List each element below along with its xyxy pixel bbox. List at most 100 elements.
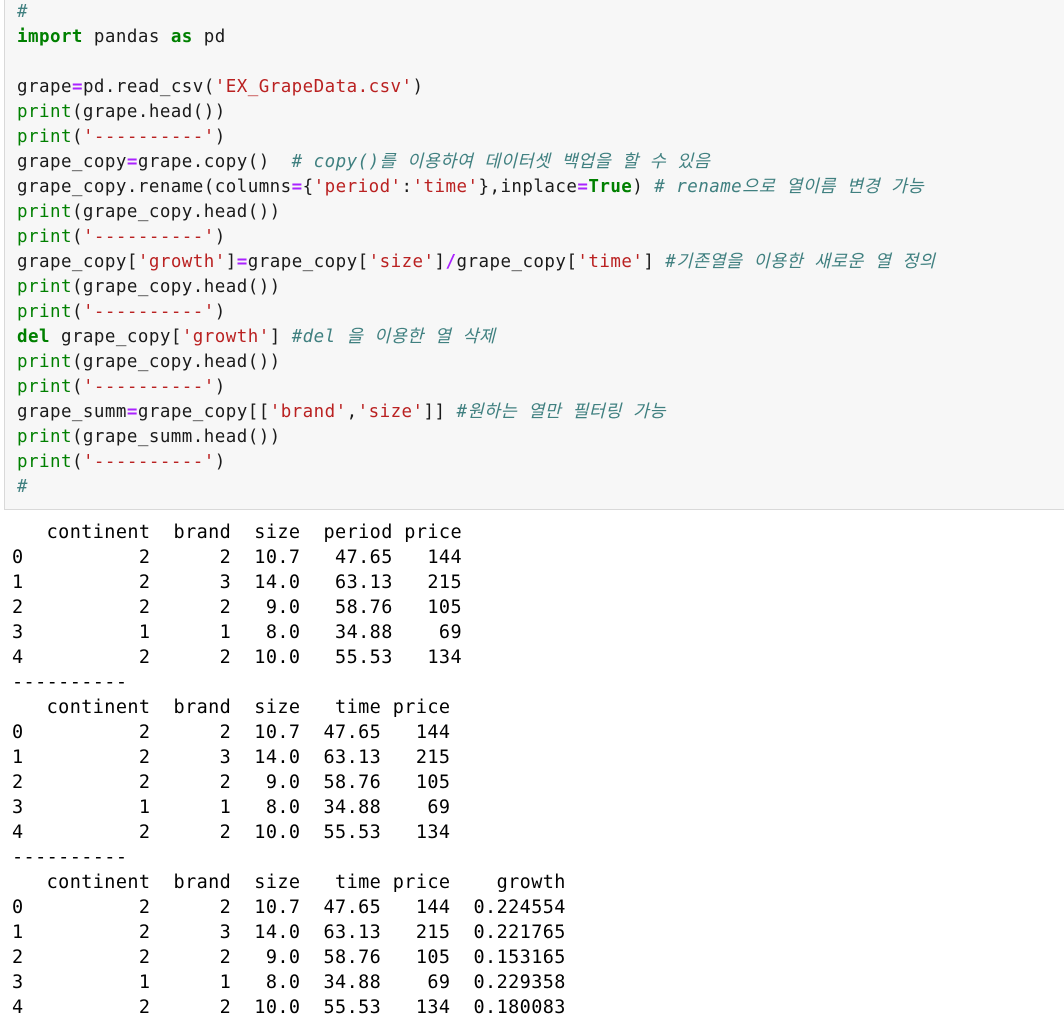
code-token: ) [412, 77, 424, 97]
output-line: 2 2 2 9.0 58.76 105 0.153165 [12, 947, 566, 968]
code-line: grape=pd.read_csv('EX_GrapeData.csv') [17, 75, 935, 100]
code-token: '----------' [82, 377, 215, 397]
code-token: ( [71, 452, 83, 472]
output-line: 4 2 2 10.0 55.53 134 [12, 822, 451, 843]
code-token: '----------' [82, 302, 215, 322]
code-token: #기존열을 이용한 새로운 열 정의 [665, 252, 936, 272]
code-token: ) [214, 127, 226, 147]
code-token: del [17, 327, 50, 347]
code-line: print('----------') [17, 125, 935, 150]
code-token: print [17, 202, 72, 222]
output-line: ---------- [12, 672, 128, 693]
code-token: # [17, 477, 28, 497]
code-token: { [302, 177, 314, 197]
code-cell-input[interactable]: # import pandas as pd grape=pd.read_csv('… [4, 0, 1064, 510]
code-token: '----------' [82, 227, 215, 247]
code-line: grape_copy=grape.copy() # copy()를 이용하여 데… [17, 150, 935, 175]
code-line: print(grape_summ.head()) [17, 425, 935, 450]
output-line: continent brand size time price growth [12, 872, 566, 893]
code-token: '----------' [82, 127, 215, 147]
code-token: ) [632, 177, 655, 197]
code-token: ] [269, 327, 292, 347]
output-line: 0 2 2 10.7 47.65 144 0.224554 [12, 897, 566, 918]
code-line: print('----------') [17, 450, 935, 475]
code-token: (grape_summ.head()) [71, 427, 281, 447]
code-token: ( [71, 127, 83, 147]
code-line: del grape_copy['growth'] #del 을 이용한 열 삭제 [17, 325, 935, 350]
code-token: ) [214, 302, 226, 322]
code-token: ] [434, 252, 446, 272]
code-line: grape_summ=grape_copy[['brand','size']] … [17, 400, 935, 425]
code-token: grape_copy[ [17, 252, 138, 272]
code-token: },inplace [478, 177, 578, 197]
code-token: print [17, 352, 72, 372]
code-token: 'size' [368, 252, 435, 272]
code-token: #del 을 이용한 열 삭제 [291, 327, 496, 347]
code-token: grape_summ [17, 402, 127, 422]
code-token: 'growth' [137, 252, 226, 272]
code-token: = [126, 402, 138, 422]
output-line: 4 2 2 10.0 55.53 134 0.180083 [12, 997, 566, 1018]
code-token: / [445, 252, 457, 272]
code-editor[interactable]: # import pandas as pd grape=pd.read_csv('… [17, 0, 935, 500]
output-line: continent brand size period price [12, 522, 462, 543]
code-token: 'time' [577, 252, 644, 272]
code-token: , [346, 402, 358, 422]
output-line: 1 2 3 14.0 63.13 215 0.221765 [12, 922, 566, 943]
code-token: grape_copy [17, 152, 127, 172]
code-token: as [170, 27, 193, 47]
code-token: pd.read_csv( [82, 77, 215, 97]
code-line: print('----------') [17, 375, 935, 400]
output-line: 0 2 2 10.7 47.65 144 [12, 547, 462, 568]
code-token: ( [71, 302, 83, 322]
code-line: # [17, 0, 935, 25]
code-token: grape_copy.rename(columns [17, 177, 292, 197]
code-token: import [17, 27, 83, 47]
code-token: print [17, 277, 72, 297]
output-line: 1 2 3 14.0 63.13 215 [12, 747, 451, 768]
code-token: ( [71, 227, 83, 247]
code-token: ) [214, 452, 226, 472]
code-token: (grape_copy.head()) [71, 352, 281, 372]
code-token: grape.copy() [137, 152, 292, 172]
code-token: 'brand' [269, 402, 347, 422]
code-cell-output: continent brand size period price 0 2 2 1… [12, 520, 566, 1020]
code-token: grape_copy[ [49, 327, 182, 347]
code-token: # copy()를 이용하여 데이터셋 백업을 할 수 있음 [291, 152, 711, 172]
code-token: 'time' [412, 177, 479, 197]
code-token: ) [214, 227, 226, 247]
code-line: print(grape_copy.head()) [17, 200, 935, 225]
code-line: print(grape_copy.head()) [17, 350, 935, 375]
code-token: 'size' [357, 402, 424, 422]
code-token: '----------' [82, 452, 215, 472]
code-token: ] [643, 252, 666, 272]
code-token: ( [71, 377, 83, 397]
code-token: print [17, 427, 72, 447]
code-token: pd [192, 27, 226, 47]
code-token: pandas [82, 27, 171, 47]
code-token: print [17, 227, 72, 247]
code-token: print [17, 127, 72, 147]
code-line: print(grape.head()) [17, 100, 935, 125]
output-line: ---------- [12, 847, 128, 868]
code-token: = [291, 177, 303, 197]
code-token: # rename으로 열이름 변경 가능 [654, 177, 925, 197]
code-token: (grape_copy.head()) [71, 277, 281, 297]
code-token: grape_copy[[ [137, 402, 270, 422]
output-line: 0 2 2 10.7 47.65 144 [12, 722, 451, 743]
output-line: 3 1 1 8.0 34.88 69 [12, 622, 462, 643]
output-line: 2 2 2 9.0 58.76 105 [12, 597, 462, 618]
output-line: 4 2 2 10.0 55.53 134 [12, 647, 462, 668]
code-token: print [17, 452, 72, 472]
code-token: = [126, 152, 138, 172]
code-line: import pandas as pd [17, 25, 935, 50]
output-line: 1 2 3 14.0 63.13 215 [12, 572, 462, 593]
code-token: ] [225, 252, 237, 272]
code-token: grape_copy[ [247, 252, 369, 272]
code-token: print [17, 302, 72, 322]
code-token: : [401, 177, 413, 197]
code-line: grape_copy.rename(columns={'period':'tim… [17, 175, 935, 200]
code-token: 'period' [313, 177, 402, 197]
code-line: print(grape_copy.head()) [17, 275, 935, 300]
